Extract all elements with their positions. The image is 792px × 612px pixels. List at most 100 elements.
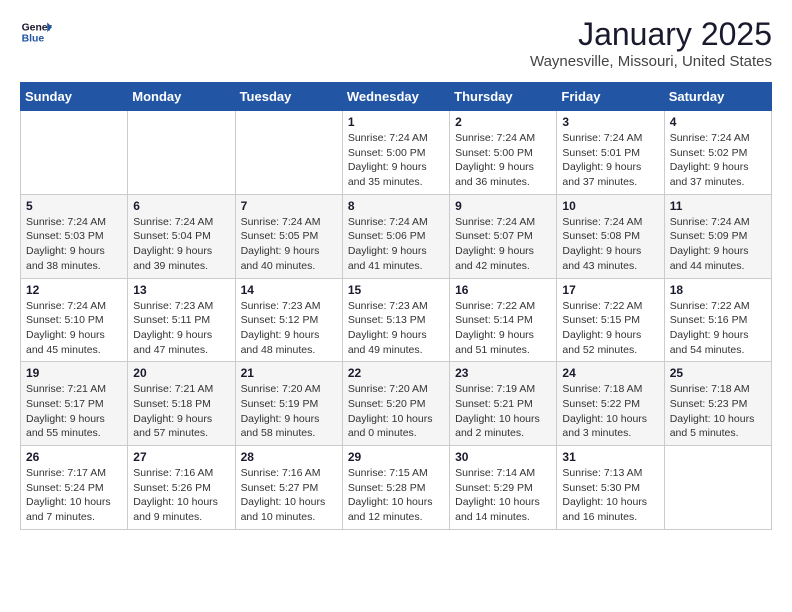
calendar-cell: 16 Sunrise: 7:22 AM Sunset: 5:14 PM Dayli… <box>450 278 557 362</box>
day-number: 10 <box>562 199 658 213</box>
calendar-cell: 6Sunrise: 7:24 AM Sunset: 5:04 PM Daylig… <box>128 194 235 278</box>
calendar-cell: 30 Sunrise: 7:14 AM Sunset: 5:29 PM Dayli… <box>450 446 557 530</box>
calendar-cell: 8 Sunrise: 7:24 AM Sunset: 5:06 PM Daylig… <box>342 194 449 278</box>
day-info: Sunrise: 7:22 AM Sunset: 5:15 PM Dayligh… <box>562 299 658 358</box>
weekday-header-thursday: Thursday <box>450 83 557 111</box>
day-number: 14 <box>241 283 337 297</box>
day-info: Sunrise: 7:23 AM Sunset: 5:12 PM Dayligh… <box>241 299 337 358</box>
title-section: January 2025 Waynesville, Missouri, Unit… <box>530 16 772 70</box>
day-number: 4 <box>670 115 766 129</box>
calendar-week-row: 12 Sunrise: 7:24 AM Sunset: 5:10 PM Dayli… <box>21 278 772 362</box>
calendar-cell: 20 Sunrise: 7:21 AM Sunset: 5:18 PM Dayli… <box>128 362 235 446</box>
calendar-cell: 1Sunrise: 7:24 AM Sunset: 5:00 PM Daylig… <box>342 111 449 195</box>
day-info: Sunrise: 7:24 AM Sunset: 5:03 PM Dayligh… <box>26 215 122 274</box>
day-info: Sunrise: 7:23 AM Sunset: 5:13 PM Dayligh… <box>348 299 444 358</box>
calendar-cell: 4 Sunrise: 7:24 AM Sunset: 5:02 PM Daylig… <box>664 111 771 195</box>
day-info: Sunrise: 7:13 AM Sunset: 5:30 PM Dayligh… <box>562 466 658 525</box>
day-info: Sunrise: 7:22 AM Sunset: 5:14 PM Dayligh… <box>455 299 551 358</box>
day-info: Sunrise: 7:14 AM Sunset: 5:29 PM Dayligh… <box>455 466 551 525</box>
day-info: Sunrise: 7:17 AM Sunset: 5:24 PM Dayligh… <box>26 466 122 525</box>
calendar-cell: 7 Sunrise: 7:24 AM Sunset: 5:05 PM Daylig… <box>235 194 342 278</box>
day-number: 12 <box>26 283 122 297</box>
calendar-cell: 29 Sunrise: 7:15 AM Sunset: 5:28 PM Dayli… <box>342 446 449 530</box>
day-info: Sunrise: 7:20 AM Sunset: 5:20 PM Dayligh… <box>348 382 444 441</box>
day-number: 20 <box>133 366 229 380</box>
calendar-cell: 31 Sunrise: 7:13 AM Sunset: 5:30 PM Dayli… <box>557 446 664 530</box>
calendar-week-row: 1Sunrise: 7:24 AM Sunset: 5:00 PM Daylig… <box>21 111 772 195</box>
day-number: 25 <box>670 366 766 380</box>
calendar-cell: 2 Sunrise: 7:24 AM Sunset: 5:00 PM Daylig… <box>450 111 557 195</box>
calendar-cell: 25 Sunrise: 7:18 AM Sunset: 5:23 PM Dayli… <box>664 362 771 446</box>
day-number: 22 <box>348 366 444 380</box>
calendar-cell: 15Sunrise: 7:23 AM Sunset: 5:13 PM Dayli… <box>342 278 449 362</box>
day-number: 7 <box>241 199 337 213</box>
calendar-cell: 9 Sunrise: 7:24 AM Sunset: 5:07 PM Daylig… <box>450 194 557 278</box>
day-info: Sunrise: 7:24 AM Sunset: 5:01 PM Dayligh… <box>562 131 658 190</box>
calendar-cell: 18Sunrise: 7:22 AM Sunset: 5:16 PM Dayli… <box>664 278 771 362</box>
calendar-cell: 12 Sunrise: 7:24 AM Sunset: 5:10 PM Dayli… <box>21 278 128 362</box>
weekday-header-tuesday: Tuesday <box>235 83 342 111</box>
logo: General Blue <box>20 16 52 48</box>
calendar-cell: 21Sunrise: 7:20 AM Sunset: 5:19 PM Dayli… <box>235 362 342 446</box>
weekday-header-saturday: Saturday <box>664 83 771 111</box>
day-info: Sunrise: 7:24 AM Sunset: 5:05 PM Dayligh… <box>241 215 337 274</box>
day-number: 2 <box>455 115 551 129</box>
day-number: 21 <box>241 366 337 380</box>
day-number: 9 <box>455 199 551 213</box>
day-number: 30 <box>455 450 551 464</box>
day-info: Sunrise: 7:22 AM Sunset: 5:16 PM Dayligh… <box>670 299 766 358</box>
day-number: 27 <box>133 450 229 464</box>
day-info: Sunrise: 7:16 AM Sunset: 5:27 PM Dayligh… <box>241 466 337 525</box>
main-title: January 2025 <box>530 16 772 53</box>
day-info: Sunrise: 7:24 AM Sunset: 5:07 PM Dayligh… <box>455 215 551 274</box>
calendar-cell <box>664 446 771 530</box>
day-info: Sunrise: 7:18 AM Sunset: 5:22 PM Dayligh… <box>562 382 658 441</box>
day-info: Sunrise: 7:24 AM Sunset: 5:02 PM Dayligh… <box>670 131 766 190</box>
day-info: Sunrise: 7:24 AM Sunset: 5:09 PM Dayligh… <box>670 215 766 274</box>
weekday-header-friday: Friday <box>557 83 664 111</box>
calendar-body: 1Sunrise: 7:24 AM Sunset: 5:00 PM Daylig… <box>21 111 772 530</box>
calendar-cell: 3Sunrise: 7:24 AM Sunset: 5:01 PM Daylig… <box>557 111 664 195</box>
calendar-table: SundayMondayTuesdayWednesdayThursdayFrid… <box>20 82 772 530</box>
weekday-header-monday: Monday <box>128 83 235 111</box>
day-info: Sunrise: 7:16 AM Sunset: 5:26 PM Dayligh… <box>133 466 229 525</box>
calendar-cell: 13 Sunrise: 7:23 AM Sunset: 5:11 PM Dayli… <box>128 278 235 362</box>
day-number: 29 <box>348 450 444 464</box>
day-info: Sunrise: 7:21 AM Sunset: 5:17 PM Dayligh… <box>26 382 122 441</box>
calendar-cell: 10 Sunrise: 7:24 AM Sunset: 5:08 PM Dayli… <box>557 194 664 278</box>
day-info: Sunrise: 7:24 AM Sunset: 5:10 PM Dayligh… <box>26 299 122 358</box>
day-number: 31 <box>562 450 658 464</box>
day-number: 24 <box>562 366 658 380</box>
calendar-cell: 26Sunrise: 7:17 AM Sunset: 5:24 PM Dayli… <box>21 446 128 530</box>
day-info: Sunrise: 7:24 AM Sunset: 5:00 PM Dayligh… <box>348 131 444 190</box>
logo-icon: General Blue <box>20 16 52 48</box>
calendar-cell: 27 Sunrise: 7:16 AM Sunset: 5:26 PM Dayli… <box>128 446 235 530</box>
day-info: Sunrise: 7:18 AM Sunset: 5:23 PM Dayligh… <box>670 382 766 441</box>
calendar-week-row: 5 Sunrise: 7:24 AM Sunset: 5:03 PM Daylig… <box>21 194 772 278</box>
day-info: Sunrise: 7:15 AM Sunset: 5:28 PM Dayligh… <box>348 466 444 525</box>
day-info: Sunrise: 7:24 AM Sunset: 5:06 PM Dayligh… <box>348 215 444 274</box>
day-info: Sunrise: 7:24 AM Sunset: 5:08 PM Dayligh… <box>562 215 658 274</box>
calendar-cell <box>235 111 342 195</box>
day-info: Sunrise: 7:24 AM Sunset: 5:04 PM Dayligh… <box>133 215 229 274</box>
calendar-cell: 19 Sunrise: 7:21 AM Sunset: 5:17 PM Dayli… <box>21 362 128 446</box>
day-number: 19 <box>26 366 122 380</box>
day-number: 13 <box>133 283 229 297</box>
calendar-cell: 24 Sunrise: 7:18 AM Sunset: 5:22 PM Dayli… <box>557 362 664 446</box>
day-info: Sunrise: 7:19 AM Sunset: 5:21 PM Dayligh… <box>455 382 551 441</box>
day-number: 5 <box>26 199 122 213</box>
day-number: 11 <box>670 199 766 213</box>
svg-text:Blue: Blue <box>22 34 45 45</box>
calendar-cell <box>21 111 128 195</box>
calendar-cell: 28Sunrise: 7:16 AM Sunset: 5:27 PM Dayli… <box>235 446 342 530</box>
day-info: Sunrise: 7:24 AM Sunset: 5:00 PM Dayligh… <box>455 131 551 190</box>
day-number: 17 <box>562 283 658 297</box>
day-info: Sunrise: 7:21 AM Sunset: 5:18 PM Dayligh… <box>133 382 229 441</box>
day-number: 8 <box>348 199 444 213</box>
calendar-week-row: 26Sunrise: 7:17 AM Sunset: 5:24 PM Dayli… <box>21 446 772 530</box>
day-info: Sunrise: 7:23 AM Sunset: 5:11 PM Dayligh… <box>133 299 229 358</box>
calendar-cell: 5 Sunrise: 7:24 AM Sunset: 5:03 PM Daylig… <box>21 194 128 278</box>
weekday-header-wednesday: Wednesday <box>342 83 449 111</box>
day-number: 16 <box>455 283 551 297</box>
calendar-cell: 14 Sunrise: 7:23 AM Sunset: 5:12 PM Dayli… <box>235 278 342 362</box>
